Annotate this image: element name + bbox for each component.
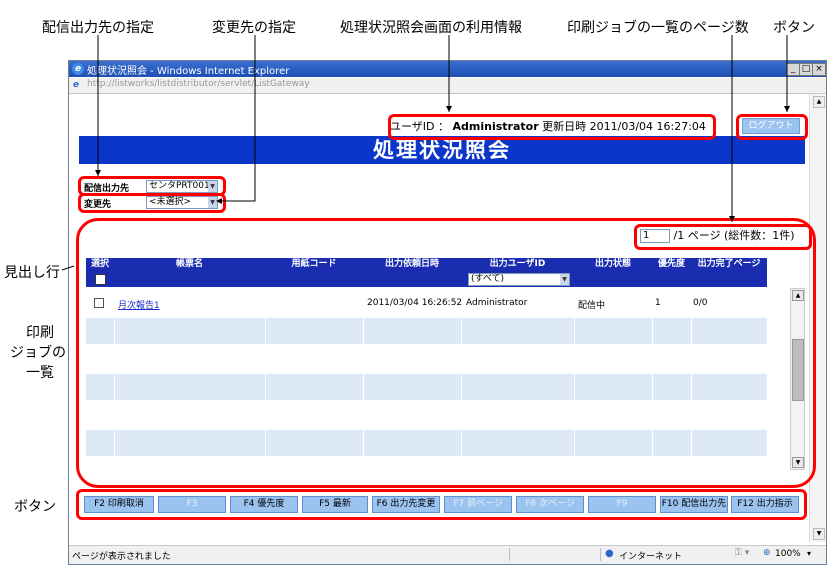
highlight-job-list — [76, 218, 816, 488]
annotation-usage-info: 処理状況照会画面の利用情報 — [340, 20, 522, 36]
scroll-up-arrow[interactable]: ▲ — [813, 96, 825, 108]
minimize-button[interactable]: _ — [786, 63, 800, 76]
annotation-change-destination: 変更先の指定 — [212, 20, 296, 36]
page-icon: e — [73, 80, 80, 90]
globe-icon: ● — [605, 548, 614, 559]
ie-icon: e — [72, 63, 84, 75]
annotation-heading-row: 見出し行 — [4, 265, 60, 281]
scroll-down-arrow[interactable]: ▼ — [813, 528, 825, 540]
annotation-job-list-3: 一覧 — [26, 365, 54, 381]
page-banner: 処理状況照会 — [79, 136, 805, 164]
annotation-job-list-1: 印刷 — [26, 325, 54, 341]
annotation-job-list-2: ジョブの — [10, 345, 66, 361]
highlight-usage-info — [388, 114, 716, 140]
zoom-icon: ⊕ — [763, 548, 771, 558]
maximize-button[interactable]: □ — [799, 63, 813, 76]
close-button[interactable]: × — [812, 63, 826, 76]
zoom-level[interactable]: 100% — [775, 549, 801, 559]
annotation-buttons: ボタン — [14, 499, 56, 515]
status-text: ページが表示されました — [72, 552, 171, 562]
highlight-function-keys — [76, 489, 807, 520]
title-bar: e 処理状況照会 - Windows Internet Explorer _ □… — [69, 61, 826, 77]
annotation-button: ボタン — [773, 20, 815, 36]
zoom-dropdown-icon[interactable]: ▾ — [807, 549, 811, 558]
highlight-logout — [736, 114, 808, 140]
status-bar: ページが表示されました ● インターネット ⚿ ▾ ⊕ 100% ▾ — [69, 545, 826, 564]
annotation-page-count: 印刷ジョブの一覧のページ数 — [567, 20, 749, 36]
window-title: 処理状況照会 - Windows Internet Explorer — [87, 66, 290, 77]
annotation-output-destination: 配信出力先の指定 — [42, 20, 154, 36]
address-url[interactable]: http://listworks/listdistributor/servlet… — [87, 79, 310, 89]
zone-text: インターネット — [619, 552, 683, 562]
status-separators — [509, 548, 601, 561]
highlight-change-destination — [78, 193, 226, 213]
security-icon[interactable]: ⚿ ▾ — [735, 548, 749, 558]
address-bar[interactable]: e http://listworks/listdistributor/servl… — [69, 78, 826, 94]
page-title: 処理状況照会 — [373, 138, 511, 162]
